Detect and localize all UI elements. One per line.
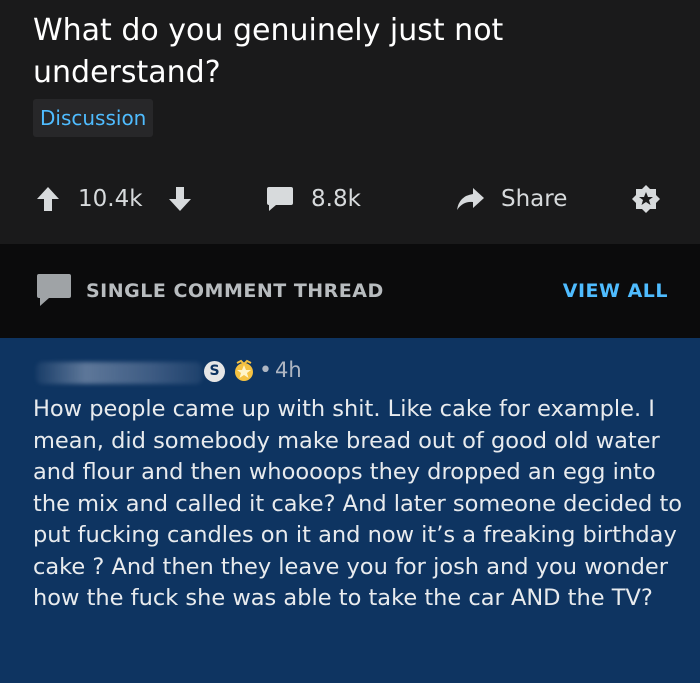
share-button[interactable]: Share [455,176,567,222]
post-title[interactable]: What do you genuinely just not understan… [33,10,633,94]
upvote-arrow-icon[interactable] [36,186,60,212]
gold-award-icon [235,359,253,381]
post-action-bar: 10.4k 8.8k Share [0,176,700,222]
award-icon [632,185,660,213]
post-header: What do you genuinely just not understan… [0,0,700,244]
user-badge: S [204,361,225,382]
meta-separator-dot: • [259,358,272,383]
comment-timestamp: 4h [275,358,302,382]
single-comment-thread-label: SINGLE COMMENT THREAD [86,280,384,302]
view-all-link[interactable]: VIEW ALL [563,280,668,302]
thread-bubble-icon [37,274,71,306]
downvote-button[interactable] [168,176,192,222]
award-button[interactable] [631,176,661,222]
vote-count-text: 10.4k [78,186,143,212]
share-label: Share [501,186,568,212]
comments-button[interactable]: 8.8k [265,176,361,222]
upvote-button[interactable] [36,176,60,222]
comment-count-text: 8.8k [311,186,361,212]
comment-body: How people came up with shit. Like cake … [33,396,683,611]
comment-bubble-icon [267,187,293,211]
share-arrow-icon [457,188,484,210]
post-flair[interactable]: Discussion [33,99,154,137]
vote-count: 10.4k [78,176,143,222]
downvote-arrow-icon[interactable] [168,186,192,212]
username-redacted[interactable] [36,362,202,384]
